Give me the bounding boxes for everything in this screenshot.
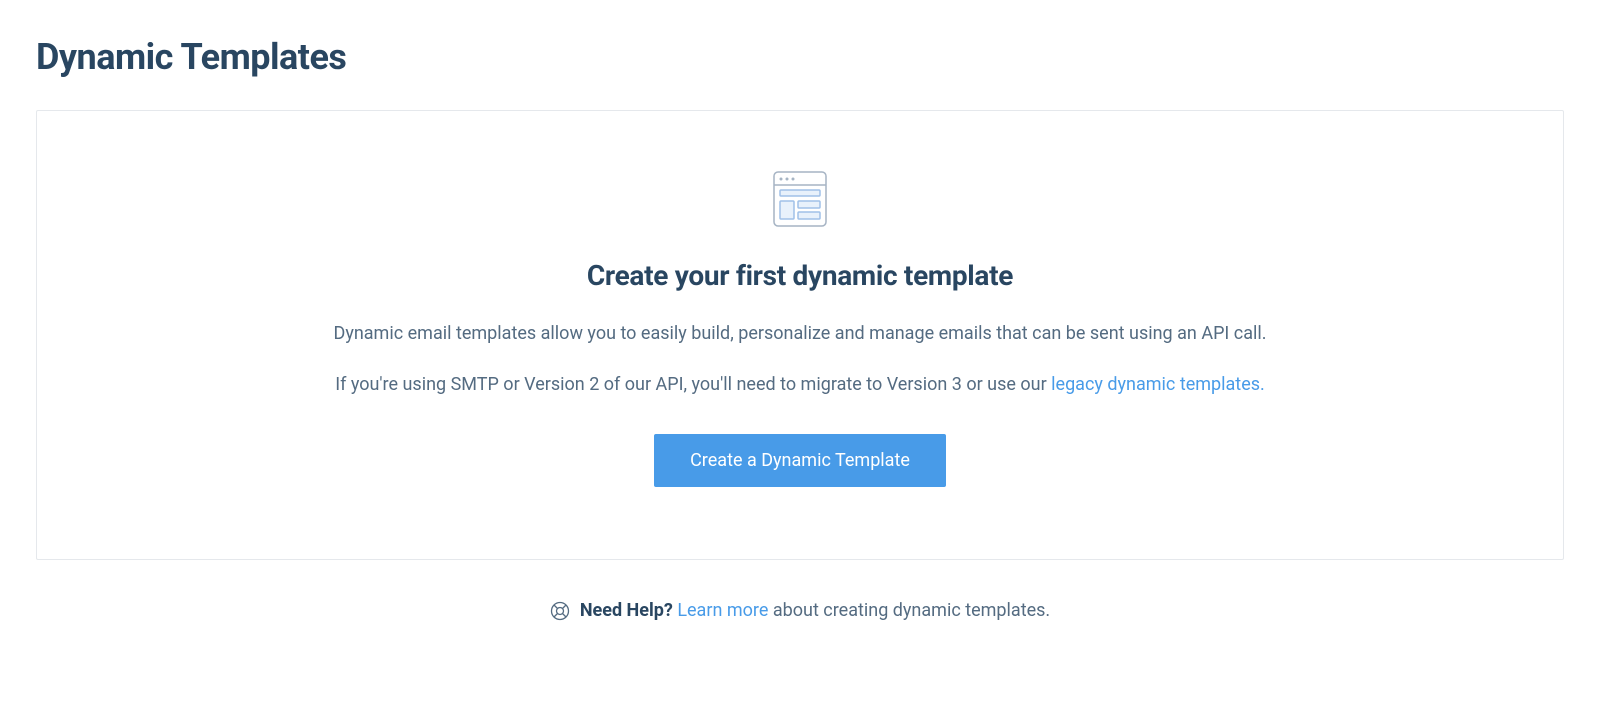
migration-prefix: If you're using SMTP or Version 2 of our… [335,374,1051,395]
help-label: Need Help? [580,600,673,621]
empty-state-heading: Create your first dynamic template [77,259,1523,292]
legacy-templates-link[interactable]: legacy dynamic templates. [1051,374,1265,395]
empty-state-description: Dynamic email templates allow you to eas… [77,320,1523,347]
help-text: Need Help? Learn more about creating dyn… [580,600,1050,621]
page-title: Dynamic Templates [36,36,1564,78]
empty-state-migration-text: If you're using SMTP or Version 2 of our… [77,371,1523,398]
template-icon [773,171,827,231]
help-suffix: about creating dynamic templates. [768,600,1050,621]
help-bar: Need Help? Learn more about creating dyn… [36,600,1564,621]
empty-state-card: Create your first dynamic template Dynam… [36,110,1564,560]
learn-more-link[interactable]: Learn more [677,600,768,621]
help-ring-icon [550,601,570,621]
create-template-button[interactable]: Create a Dynamic Template [654,434,946,487]
